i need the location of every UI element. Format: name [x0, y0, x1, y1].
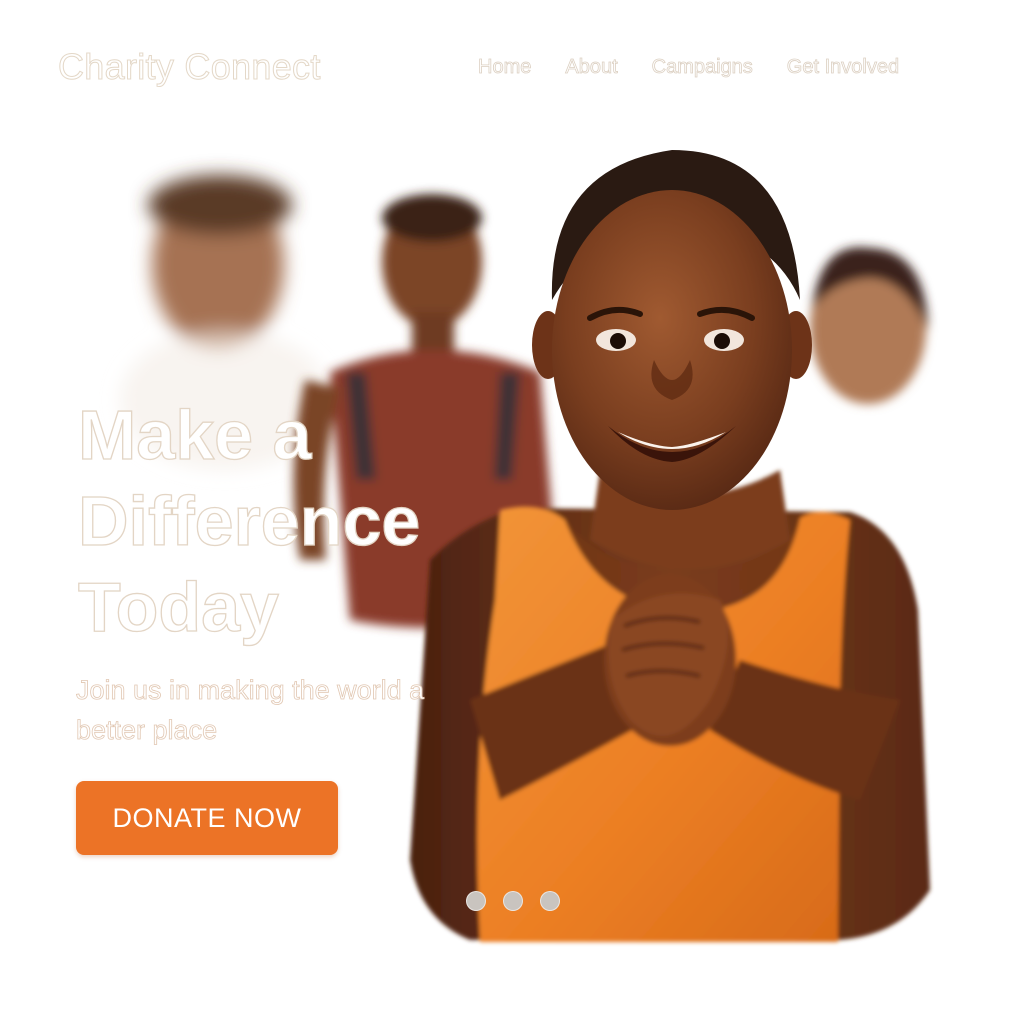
- page: Charity Connect Home About Campaigns Get…: [0, 0, 1024, 1024]
- nav-home[interactable]: Home: [478, 56, 532, 79]
- nav-get-involved[interactable]: Get Involved: [786, 56, 899, 79]
- main-nav: Home About Campaigns Get Involved: [478, 56, 900, 79]
- hero-subtitle: Join us in making the world a better pla…: [76, 675, 425, 746]
- carousel-dot[interactable]: [503, 891, 523, 911]
- hero-title: Make a Difference Today: [77, 395, 421, 646]
- nav-campaigns[interactable]: Campaigns: [651, 56, 753, 79]
- donate-now-button[interactable]: DONATE NOW: [76, 781, 338, 855]
- carousel-dots: [466, 891, 560, 911]
- nav-about[interactable]: About: [565, 56, 618, 79]
- carousel-dot[interactable]: [540, 891, 560, 911]
- brand-logo[interactable]: Charity Connect: [58, 46, 321, 88]
- carousel-dot[interactable]: [466, 891, 486, 911]
